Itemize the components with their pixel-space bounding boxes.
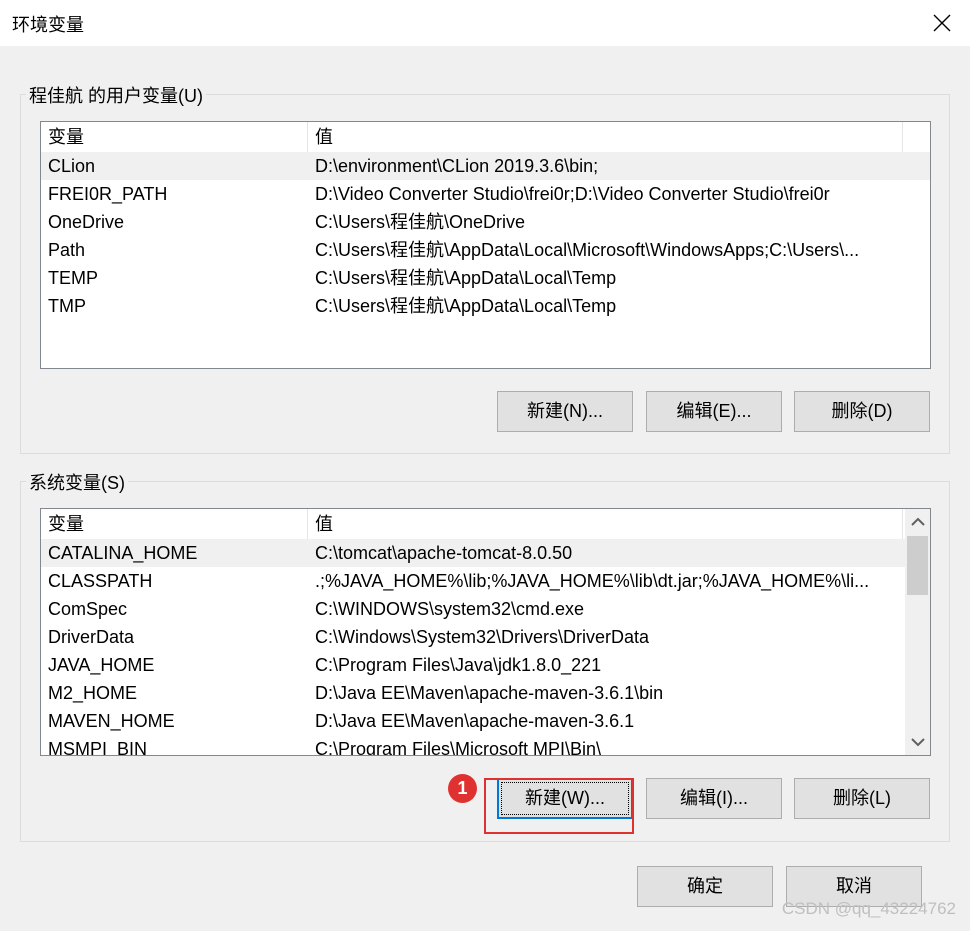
variable-name: M2_HOME bbox=[48, 683, 138, 703]
title-bar: 环境变量 bbox=[0, 0, 970, 46]
table-row[interactable]: ComSpec C:\WINDOWS\system32\cmd.exe bbox=[41, 595, 905, 623]
variable-value: C:\Users\程佳航\AppData\Local\Temp bbox=[315, 296, 617, 316]
cancel-label: 取消 bbox=[836, 876, 872, 896]
system-edit-label: 编辑(I)... bbox=[680, 788, 748, 808]
table-row[interactable]: CATALINA_HOME C:\tomcat\apache-tomcat-8.… bbox=[41, 539, 905, 567]
close-button[interactable] bbox=[914, 0, 970, 46]
watermark: CSDN @qq_43224762 bbox=[781, 899, 956, 918]
variable-name: CLion bbox=[48, 156, 96, 176]
column-header-value[interactable]: 值 bbox=[308, 509, 903, 539]
column-header-value[interactable]: 值 bbox=[308, 122, 903, 152]
table-row[interactable]: CLion D:\environment\CLion 2019.3.6\bin; bbox=[41, 152, 930, 180]
chevron-up-icon bbox=[910, 517, 925, 526]
user-edit-button[interactable]: 编辑(E)... bbox=[646, 391, 782, 432]
variable-name: CATALINA_HOME bbox=[48, 543, 198, 563]
table-row[interactable]: FREI0R_PATH D:\Video Converter Studio\fr… bbox=[41, 180, 930, 208]
ok-label: 确定 bbox=[687, 876, 723, 896]
close-icon bbox=[933, 14, 951, 32]
system-edit-button[interactable]: 编辑(I)... bbox=[646, 778, 782, 819]
variable-name: TMP bbox=[48, 296, 86, 316]
ok-button[interactable]: 确定 bbox=[637, 866, 773, 907]
variable-name: OneDrive bbox=[48, 212, 125, 232]
table-row[interactable]: JAVA_HOME C:\Program Files\Java\jdk1.8.0… bbox=[41, 651, 905, 679]
user-new-label: 新建(N)... bbox=[527, 401, 603, 421]
table-row[interactable]: M2_HOME D:\Java EE\Maven\apache-maven-3.… bbox=[41, 679, 905, 707]
system-delete-label: 删除(L) bbox=[833, 788, 891, 808]
window-title: 环境变量 bbox=[12, 15, 84, 35]
table-row[interactable]: TMP C:\Users\程佳航\AppData\Local\Temp bbox=[41, 292, 930, 320]
table-row[interactable]: MSMPI_BIN C:\Program Files\Microsoft MPI… bbox=[41, 735, 905, 756]
user-delete-label: 删除(D) bbox=[831, 401, 893, 421]
user-edit-label: 编辑(E)... bbox=[676, 401, 752, 421]
scroll-up-button[interactable] bbox=[905, 509, 930, 535]
table-row[interactable]: MAVEN_HOME D:\Java EE\Maven\apache-maven… bbox=[41, 707, 905, 735]
table-row[interactable]: OneDrive C:\Users\程佳航\OneDrive bbox=[41, 208, 930, 236]
user-delete-button[interactable]: 删除(D) bbox=[794, 391, 930, 432]
system-variables-list[interactable]: 变量 值 CATALINA_HOME C:\tomcat\apache-tomc… bbox=[40, 508, 931, 756]
variable-value: .;%JAVA_HOME%\lib;%JAVA_HOME%\lib\dt.jar… bbox=[315, 571, 870, 591]
scroll-thumb[interactable] bbox=[907, 536, 928, 595]
variable-value: C:\WINDOWS\system32\cmd.exe bbox=[315, 599, 585, 619]
variable-value: C:\Program Files\Java\jdk1.8.0_221 bbox=[315, 655, 602, 675]
variable-name: ComSpec bbox=[48, 599, 128, 619]
column-header-variable[interactable]: 变量 bbox=[41, 509, 308, 539]
variable-value: C:\Users\程佳航\OneDrive bbox=[315, 212, 526, 232]
variable-name: MSMPI_BIN bbox=[48, 739, 148, 756]
variable-value: C:\Program Files\Microsoft MPI\Bin\ bbox=[315, 739, 602, 756]
list-header: 变量 值 bbox=[41, 509, 903, 539]
variable-name: DriverData bbox=[48, 627, 135, 647]
table-row[interactable]: CLASSPATH .;%JAVA_HOME%\lib;%JAVA_HOME%\… bbox=[41, 567, 905, 595]
system-variables-title: 系统变量(S) bbox=[26, 469, 128, 495]
vertical-scrollbar[interactable] bbox=[905, 509, 930, 755]
column-header-variable[interactable]: 变量 bbox=[41, 122, 308, 152]
table-row[interactable]: Path C:\Users\程佳航\AppData\Local\Microsof… bbox=[41, 236, 930, 264]
list-header: 变量 值 bbox=[41, 122, 903, 152]
variable-value: C:\Windows\System32\Drivers\DriverData bbox=[315, 627, 650, 647]
table-row[interactable]: TEMP C:\Users\程佳航\AppData\Local\Temp bbox=[41, 264, 930, 292]
variable-name: JAVA_HOME bbox=[48, 655, 155, 675]
variable-value: C:\Users\程佳航\AppData\Local\Microsoft\Win… bbox=[315, 240, 860, 260]
table-row[interactable]: DriverData C:\Windows\System32\Drivers\D… bbox=[41, 623, 905, 651]
variable-name: Path bbox=[48, 240, 86, 260]
variable-name: TEMP bbox=[48, 268, 99, 288]
variable-value: C:\Users\程佳航\AppData\Local\Temp bbox=[315, 268, 617, 288]
variable-value: D:\environment\CLion 2019.3.6\bin; bbox=[315, 156, 599, 176]
user-new-button[interactable]: 新建(N)... bbox=[497, 391, 633, 432]
annotation-step-marker: 1 bbox=[448, 774, 477, 803]
user-variables-list[interactable]: 变量 值 CLion D:\environment\CLion 2019.3.6… bbox=[40, 121, 931, 369]
system-delete-button[interactable]: 删除(L) bbox=[794, 778, 930, 819]
scroll-down-button[interactable] bbox=[905, 729, 930, 755]
annotation-highlight-box bbox=[484, 778, 634, 834]
variable-value: C:\tomcat\apache-tomcat-8.0.50 bbox=[315, 543, 573, 563]
variable-name: MAVEN_HOME bbox=[48, 711, 175, 731]
variable-name: FREI0R_PATH bbox=[48, 184, 168, 204]
variable-value: D:\Java EE\Maven\apache-maven-3.6.1\bin bbox=[315, 683, 664, 703]
variable-value: D:\Video Converter Studio\frei0r;D:\Vide… bbox=[315, 184, 830, 204]
variable-name: CLASSPATH bbox=[48, 571, 153, 591]
user-variables-title: 程佳航 的用户变量(U) bbox=[26, 82, 206, 108]
chevron-down-icon bbox=[910, 738, 925, 747]
variable-value: D:\Java EE\Maven\apache-maven-3.6.1 bbox=[315, 711, 635, 731]
